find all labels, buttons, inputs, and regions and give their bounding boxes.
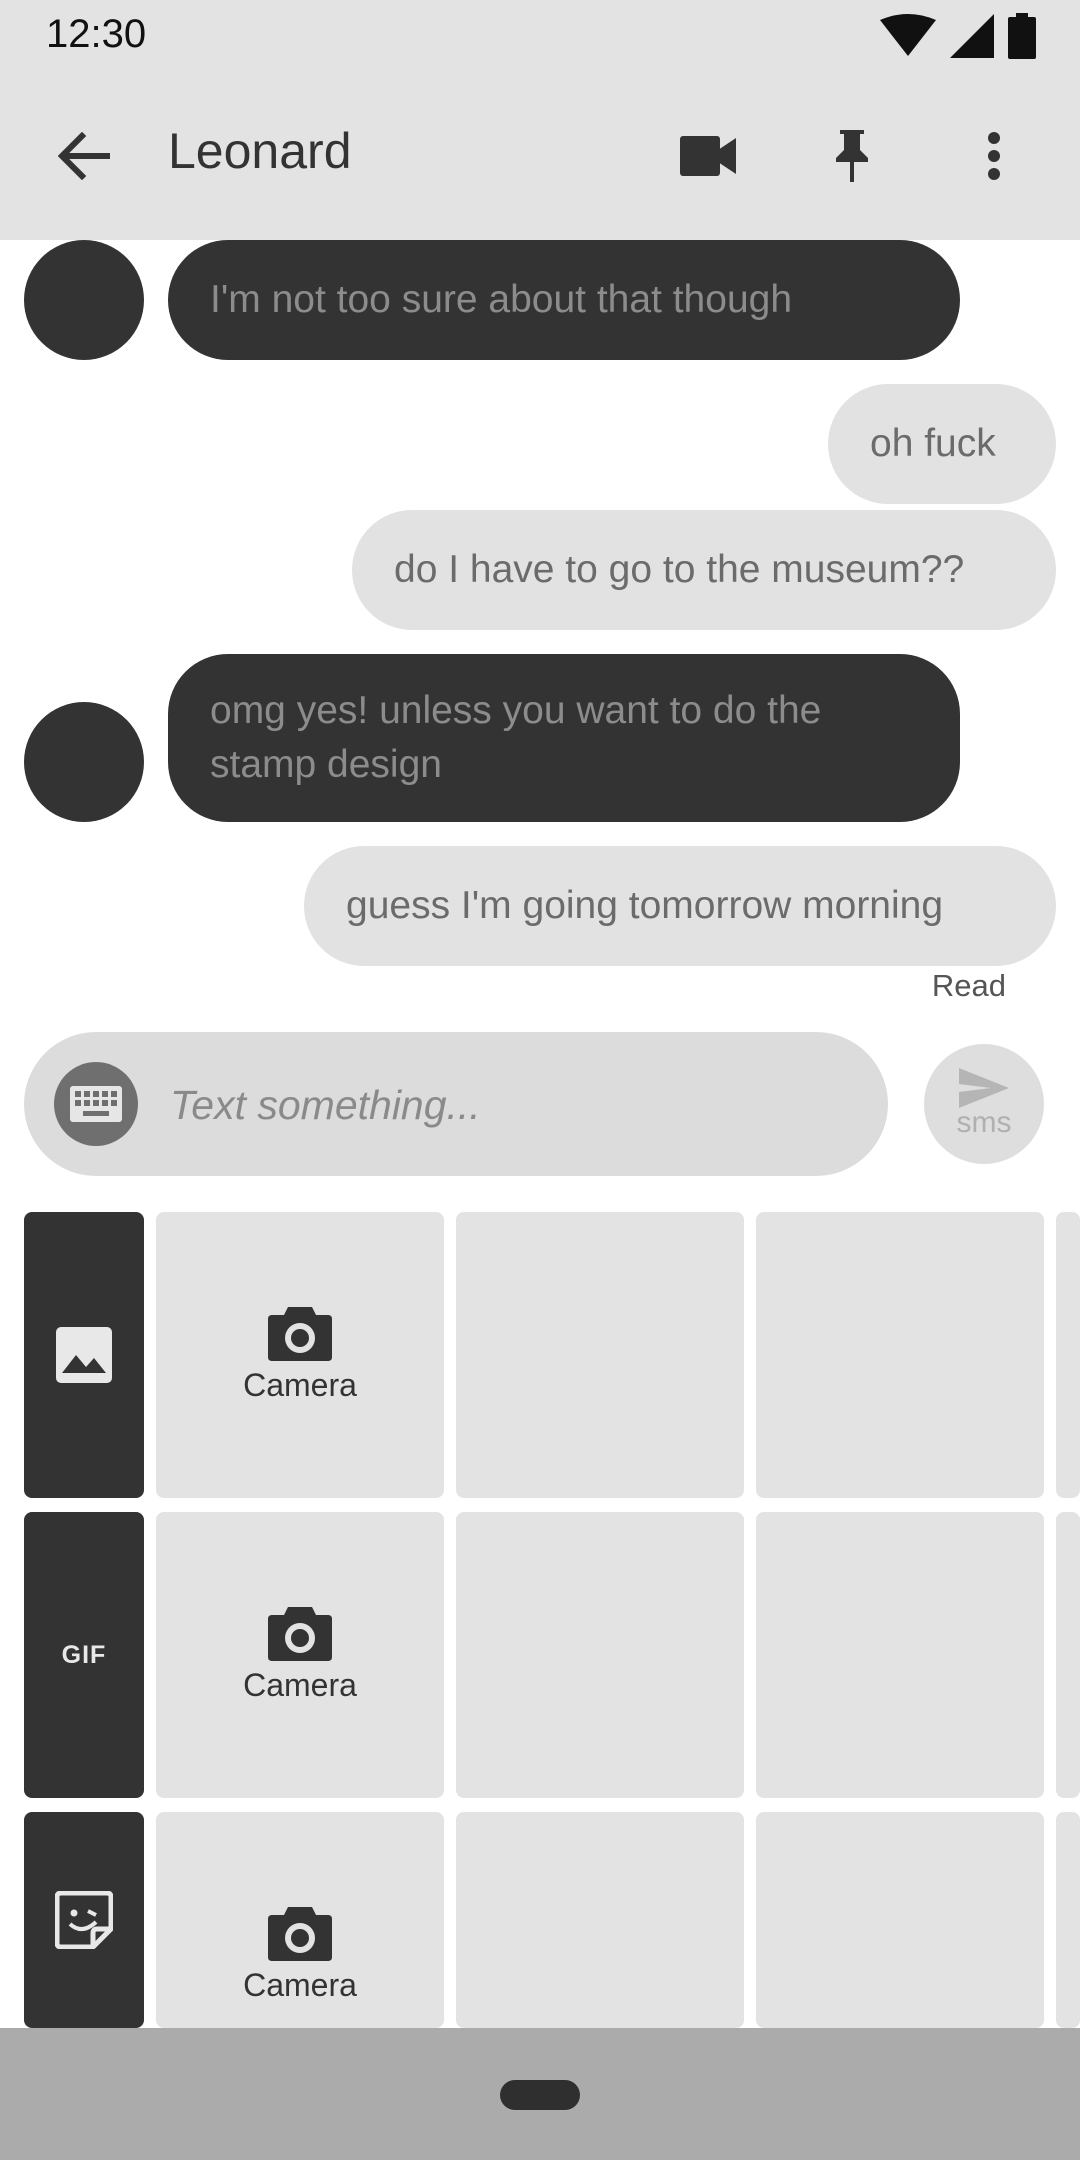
- media-tile[interactable]: [756, 1512, 1044, 1798]
- message-bubble-outgoing[interactable]: oh fuck: [828, 384, 1056, 504]
- camera-tile[interactable]: Camera: [156, 1812, 444, 2028]
- more-options-button[interactable]: [958, 120, 1030, 192]
- message-bubble-incoming[interactable]: omg yes! unless you want to do the stamp…: [168, 654, 960, 822]
- message-bubble-incoming[interactable]: I'm not too sure about that though: [168, 240, 960, 360]
- compose-bar: [24, 1032, 888, 1176]
- contact-avatar[interactable]: [24, 702, 144, 822]
- more-vertical-icon: [988, 132, 1000, 180]
- sticker-icon: [55, 1891, 113, 1949]
- send-sms-button[interactable]: sms: [924, 1044, 1044, 1164]
- media-tile[interactable]: [456, 1512, 744, 1798]
- video-camera-icon: [680, 136, 736, 176]
- pin-button[interactable]: [816, 120, 888, 192]
- pin-icon: [836, 130, 868, 182]
- navigation-bar: [0, 2028, 1080, 2160]
- camera-tile[interactable]: Camera: [156, 1212, 444, 1498]
- message-bubble-outgoing[interactable]: do I have to go to the museum??: [352, 510, 1056, 630]
- media-tile[interactable]: [456, 1212, 744, 1498]
- tab-gif[interactable]: GIF: [24, 1512, 144, 1798]
- video-call-button[interactable]: [672, 120, 744, 192]
- gif-label: GIF: [61, 1640, 107, 1669]
- app-bar: Leonard: [0, 72, 1080, 240]
- tab-gallery[interactable]: [24, 1212, 144, 1498]
- cell-signal-icon: [950, 14, 994, 58]
- camera-label: Camera: [243, 1966, 357, 2003]
- status-icons: [880, 13, 1036, 59]
- camera-icon: [268, 1306, 332, 1361]
- camera-label: Camera: [243, 1366, 357, 1403]
- message-bubble-outgoing[interactable]: guess I'm going tomorrow morning: [304, 846, 1056, 966]
- battery-icon: [1008, 13, 1036, 59]
- media-tile[interactable]: [756, 1812, 1044, 2028]
- media-tile[interactable]: [1056, 1812, 1080, 2028]
- home-handle[interactable]: [500, 2080, 580, 2110]
- contact-avatar[interactable]: [24, 240, 144, 360]
- camera-label: Camera: [243, 1666, 357, 1703]
- image-icon: [56, 1327, 112, 1383]
- status-time: 12:30: [46, 12, 147, 56]
- media-tile[interactable]: [756, 1212, 1044, 1498]
- send-label: sms: [956, 1106, 1012, 1139]
- conversation-title: Leonard: [168, 123, 352, 179]
- tab-sticker[interactable]: [24, 1812, 144, 2028]
- back-arrow-icon: [58, 132, 110, 180]
- media-tile[interactable]: [1056, 1512, 1080, 1798]
- keyboard-icon: [70, 1086, 122, 1122]
- status-bar: 12:30: [0, 0, 1080, 72]
- message-input[interactable]: [168, 1072, 852, 1138]
- camera-icon: [268, 1606, 332, 1661]
- send-icon: [959, 1068, 1009, 1108]
- camera-icon: [268, 1906, 332, 1961]
- camera-tile[interactable]: Camera: [156, 1512, 444, 1798]
- keyboard-toggle-button[interactable]: [54, 1062, 138, 1146]
- back-button[interactable]: [44, 120, 124, 192]
- media-tile[interactable]: [456, 1812, 744, 2028]
- read-receipt: Read: [931, 968, 1006, 1003]
- media-tile[interactable]: [1056, 1212, 1080, 1498]
- wifi-icon: [880, 14, 936, 56]
